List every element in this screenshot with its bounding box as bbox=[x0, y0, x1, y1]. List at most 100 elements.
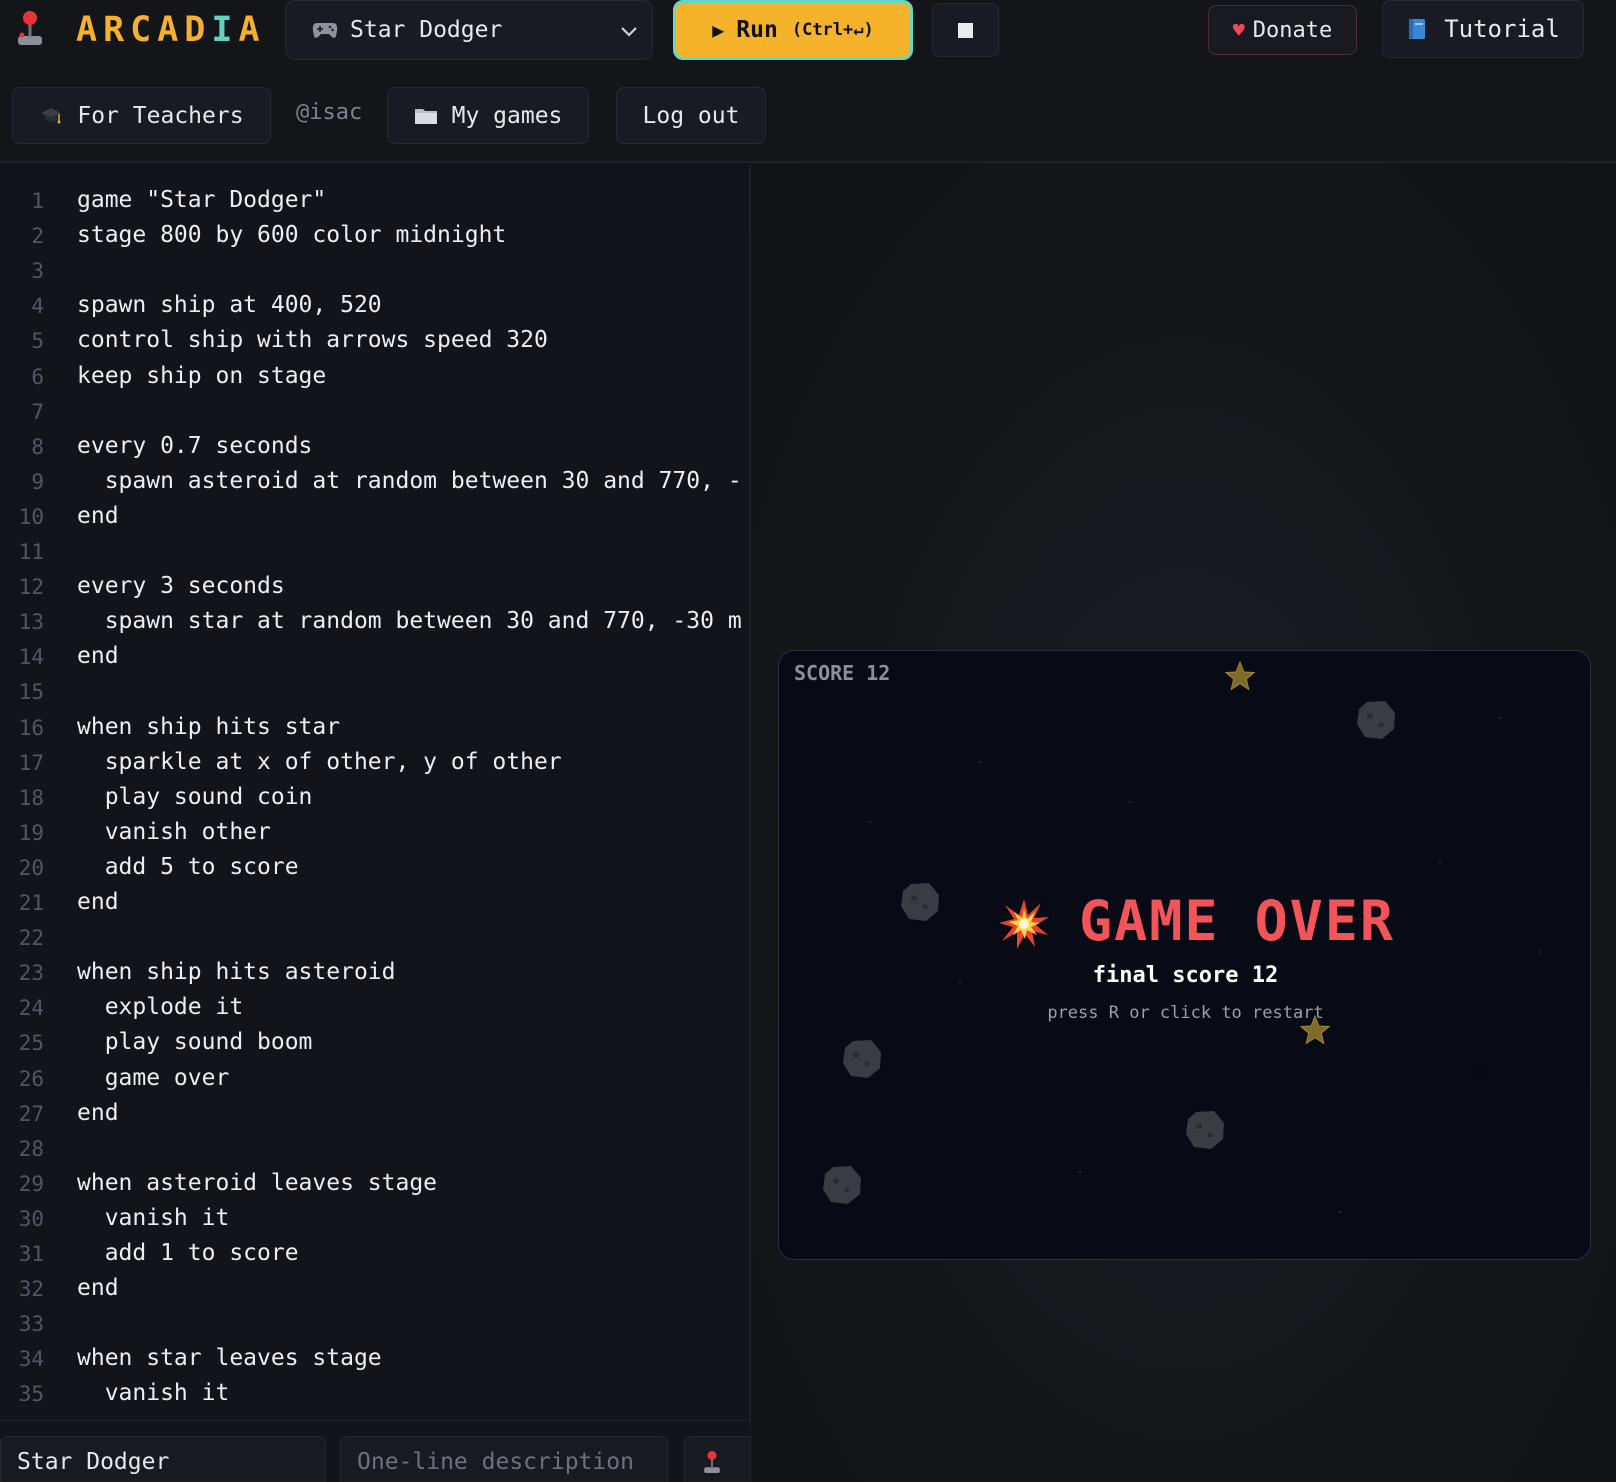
code-text: vanish other bbox=[77, 818, 271, 845]
code-text: end bbox=[77, 643, 119, 670]
game-over-title: GAME OVER bbox=[1079, 889, 1396, 953]
code-line[interactable]: 6 keep ship on stage bbox=[0, 361, 750, 396]
code-line[interactable]: 19 vanish other bbox=[0, 817, 750, 852]
code-line[interactable]: 31 add 1 to score bbox=[0, 1238, 750, 1273]
line-number: 31 bbox=[18, 1242, 44, 1266]
code-line[interactable]: 12 every 3 seconds bbox=[0, 571, 750, 606]
code-text: play sound coin bbox=[77, 783, 313, 810]
code-line[interactable]: 16 when ship hits star bbox=[0, 712, 750, 747]
code-line[interactable]: 1 game "Star Dodger" bbox=[0, 185, 750, 220]
code-line[interactable]: 24 explode it bbox=[0, 992, 750, 1027]
code-line[interactable]: 17 sparkle at x of other, y of other bbox=[0, 747, 750, 782]
code-line[interactable]: 9 spawn asteroid at random between 30 an… bbox=[0, 466, 750, 501]
code-line[interactable]: 26 game over bbox=[0, 1063, 750, 1098]
code-line[interactable]: 8 every 0.7 seconds bbox=[0, 431, 750, 466]
run-button[interactable]: ▶ Run (Ctrl+↵) bbox=[673, 0, 913, 60]
code-line[interactable]: 29 when asteroid leaves stage bbox=[0, 1168, 750, 1203]
background-star bbox=[1439, 861, 1441, 863]
code-text: add 5 to score bbox=[77, 853, 299, 880]
code-line[interactable]: 21 end bbox=[0, 887, 750, 922]
game-select[interactable]: Star Dodger bbox=[285, 0, 653, 60]
joystick-icon bbox=[18, 11, 42, 45]
line-number: 29 bbox=[18, 1171, 44, 1196]
code-text: end bbox=[77, 1275, 119, 1302]
line-number: 17 bbox=[18, 750, 44, 775]
code-text: game over bbox=[77, 1064, 230, 1091]
code-line[interactable]: 5 control ship with arrows speed 320 bbox=[0, 325, 750, 360]
app-logo[interactable]: ARCADIA bbox=[76, 10, 266, 50]
folder-icon bbox=[414, 108, 437, 124]
code-line[interactable]: 22 bbox=[0, 922, 750, 957]
my-games-button[interactable]: My games bbox=[387, 87, 589, 144]
code-line[interactable]: 14 end bbox=[0, 641, 750, 676]
code-line[interactable]: 25 play sound boom bbox=[0, 1027, 750, 1062]
logo-text-part: ARCAD bbox=[76, 10, 212, 50]
line-number: 24 bbox=[18, 996, 44, 1021]
code-line[interactable]: 11 bbox=[0, 536, 750, 571]
line-number: 10 bbox=[18, 504, 44, 529]
stop-button[interactable] bbox=[932, 3, 999, 57]
code-line[interactable]: 18 play sound coin bbox=[0, 782, 750, 817]
code-text: stage 800 by 600 color midnight bbox=[77, 222, 507, 249]
code-text: vanish it bbox=[77, 1380, 230, 1407]
code-text: control ship with arrows speed 320 bbox=[77, 327, 548, 354]
code-text: when ship hits star bbox=[77, 713, 341, 740]
asteroid-sprite bbox=[823, 1166, 861, 1204]
asteroid-sprite bbox=[1186, 1111, 1224, 1149]
code-line[interactable]: 28 bbox=[0, 1133, 750, 1168]
code-text: every 3 seconds bbox=[77, 573, 285, 600]
logout-label: Log out bbox=[642, 102, 740, 129]
code-text: keep ship on stage bbox=[77, 362, 327, 389]
code-line[interactable]: 20 add 5 to score bbox=[0, 852, 750, 887]
for-teachers-button[interactable]: For Teachers bbox=[12, 87, 271, 144]
description-field[interactable]: One-line description bbox=[340, 1436, 668, 1482]
code-text: when ship hits asteroid bbox=[77, 959, 396, 986]
asteroid-sprite bbox=[901, 883, 939, 921]
logo-text-part: A bbox=[238, 10, 266, 50]
book-icon bbox=[1409, 19, 1426, 39]
code-line[interactable]: 3 bbox=[0, 255, 750, 290]
code-editor[interactable]: 1 game "Star Dodger" 2 stage 800 by 600 col… bbox=[0, 165, 750, 1420]
final-score-text: final score 12 bbox=[1092, 963, 1279, 988]
code-line[interactable]: 30 vanish it bbox=[0, 1203, 750, 1238]
code-line[interactable]: 27 end bbox=[0, 1098, 750, 1133]
code-line[interactable]: 33 bbox=[0, 1308, 750, 1343]
line-number: 35 bbox=[18, 1382, 44, 1407]
game-title-field[interactable]: Star Dodger bbox=[0, 1436, 326, 1482]
line-number: 6 bbox=[31, 364, 44, 389]
line-number: 14 bbox=[18, 645, 44, 670]
code-line[interactable]: 4 spawn ship at 400, 520 bbox=[0, 290, 750, 325]
code-line[interactable]: 32 end bbox=[0, 1273, 750, 1308]
code-line[interactable]: 10 end bbox=[0, 501, 750, 536]
code-text: game "Star Dodger" bbox=[77, 187, 327, 213]
code-text: play sound boom bbox=[77, 1029, 313, 1056]
restart-hint: press R or click to restart bbox=[1047, 1003, 1324, 1023]
code-text: vanish it bbox=[77, 1204, 230, 1231]
game-stage[interactable]: SCORE 12 GAME OVER final score 12 press … bbox=[778, 650, 1591, 1260]
donate-button[interactable]: ♥ Donate bbox=[1208, 5, 1357, 55]
code-line[interactable]: 35 vanish it bbox=[0, 1378, 750, 1413]
game-select-value: Star Dodger bbox=[350, 17, 503, 43]
code-text: end bbox=[77, 502, 119, 529]
stop-icon bbox=[958, 22, 973, 38]
code-line[interactable]: 34 when star leaves stage bbox=[0, 1343, 750, 1378]
code-line[interactable]: 2 stage 800 by 600 color midnight bbox=[0, 220, 750, 255]
for-teachers-label: For Teachers bbox=[77, 102, 244, 129]
background-star bbox=[1079, 1171, 1081, 1173]
code-line[interactable]: 15 bbox=[0, 676, 750, 711]
code-text: spawn star at random between 30 and 770,… bbox=[77, 608, 742, 635]
line-number: 23 bbox=[18, 961, 44, 986]
tutorial-button[interactable]: Tutorial bbox=[1382, 0, 1584, 58]
line-number: 26 bbox=[18, 1066, 44, 1091]
line-number: 16 bbox=[18, 715, 44, 740]
joystick-icon bbox=[704, 1450, 720, 1474]
code-text: end bbox=[77, 1099, 119, 1126]
play-icon: ▶ bbox=[712, 18, 725, 42]
line-number: 2 bbox=[31, 224, 44, 249]
logout-button[interactable]: Log out bbox=[616, 87, 766, 144]
code-line[interactable]: 13 spawn star at random between 30 and 7… bbox=[0, 606, 750, 641]
icon-picker-field[interactable] bbox=[684, 1436, 750, 1482]
donate-label: Donate bbox=[1252, 17, 1333, 43]
code-line[interactable]: 23 when ship hits asteroid bbox=[0, 957, 750, 992]
code-line[interactable]: 7 bbox=[0, 396, 750, 431]
